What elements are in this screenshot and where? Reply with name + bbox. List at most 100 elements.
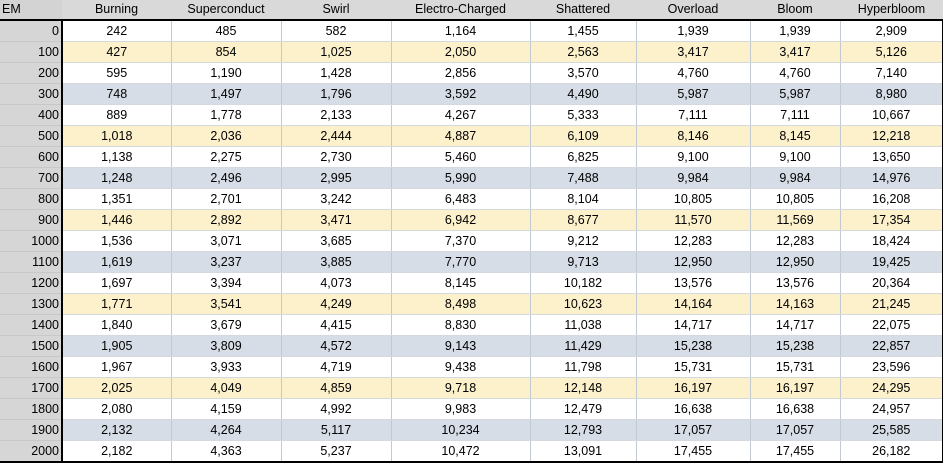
cell-bloom[interactable]: 12,950 [750,251,841,273]
row-header-em[interactable]: 1400 [0,314,63,336]
cell-electro-charged[interactable]: 9,438 [391,356,531,378]
row-header-em[interactable]: 1600 [0,356,63,378]
cell-bloom[interactable]: 17,455 [750,440,841,463]
cell-overload[interactable]: 11,570 [636,209,751,231]
column-header-shattered[interactable]: Shattered [530,0,636,21]
cell-shattered[interactable]: 6,109 [530,125,637,147]
cell-superconduct[interactable]: 4,049 [171,377,282,399]
cell-swirl[interactable]: 1,796 [281,83,392,105]
column-header-bloom[interactable]: Bloom [750,0,840,21]
column-header-superconduct[interactable]: Superconduct [171,0,281,21]
cell-swirl[interactable]: 4,415 [281,314,392,336]
column-header-overload[interactable]: Overload [636,0,750,21]
cell-burning[interactable]: 2,025 [62,377,172,399]
cell-burning[interactable]: 889 [62,104,172,126]
cell-swirl[interactable]: 5,117 [281,419,392,441]
cell-electro-charged[interactable]: 6,942 [391,209,531,231]
row-header-em[interactable]: 300 [0,83,63,105]
cell-shattered[interactable]: 3,570 [530,62,637,84]
cell-bloom[interactable]: 4,760 [750,62,841,84]
cell-burning[interactable]: 1,138 [62,146,172,168]
cell-burning[interactable]: 2,182 [62,440,172,463]
cell-electro-charged[interactable]: 1,164 [391,20,531,42]
cell-superconduct[interactable]: 3,237 [171,251,282,273]
cell-bloom[interactable]: 16,638 [750,398,841,420]
cell-superconduct[interactable]: 854 [171,41,282,63]
cell-hyperbloom[interactable]: 21,245 [840,293,943,315]
cell-bloom[interactable]: 8,145 [750,125,841,147]
cell-swirl[interactable]: 2,995 [281,167,392,189]
cell-hyperbloom[interactable]: 10,667 [840,104,943,126]
cell-hyperbloom[interactable]: 5,126 [840,41,943,63]
cell-superconduct[interactable]: 2,496 [171,167,282,189]
cell-electro-charged[interactable]: 8,498 [391,293,531,315]
cell-hyperbloom[interactable]: 8,980 [840,83,943,105]
cell-overload[interactable]: 15,238 [636,335,751,357]
cell-electro-charged[interactable]: 5,990 [391,167,531,189]
cell-superconduct[interactable]: 3,809 [171,335,282,357]
cell-overload[interactable]: 12,950 [636,251,751,273]
cell-shattered[interactable]: 1,455 [530,20,637,42]
row-header-em[interactable]: 600 [0,146,63,168]
cell-burning[interactable]: 1,248 [62,167,172,189]
cell-overload[interactable]: 9,100 [636,146,751,168]
cell-hyperbloom[interactable]: 24,295 [840,377,943,399]
row-header-em[interactable]: 500 [0,125,63,147]
cell-shattered[interactable]: 11,038 [530,314,637,336]
cell-superconduct[interactable]: 4,264 [171,419,282,441]
cell-bloom[interactable]: 15,731 [750,356,841,378]
cell-hyperbloom[interactable]: 17,354 [840,209,943,231]
row-header-em[interactable]: 1000 [0,230,63,252]
row-header-em[interactable]: 1200 [0,272,63,294]
cell-hyperbloom[interactable]: 20,364 [840,272,943,294]
cell-bloom[interactable]: 17,057 [750,419,841,441]
cell-superconduct[interactable]: 2,892 [171,209,282,231]
cell-burning[interactable]: 1,446 [62,209,172,231]
cell-burning[interactable]: 1,536 [62,230,172,252]
cell-electro-charged[interactable]: 9,983 [391,398,531,420]
row-header-em[interactable]: 1100 [0,251,63,273]
cell-overload[interactable]: 9,984 [636,167,751,189]
cell-superconduct[interactable]: 3,933 [171,356,282,378]
cell-hyperbloom[interactable]: 16,208 [840,188,943,210]
cell-overload[interactable]: 17,455 [636,440,751,463]
cell-shattered[interactable]: 6,825 [530,146,637,168]
cell-hyperbloom[interactable]: 22,857 [840,335,943,357]
row-header-em[interactable]: 1500 [0,335,63,357]
cell-superconduct[interactable]: 3,071 [171,230,282,252]
cell-swirl[interactable]: 4,719 [281,356,392,378]
cell-bloom[interactable]: 9,100 [750,146,841,168]
cell-hyperbloom[interactable]: 26,182 [840,440,943,463]
cell-swirl[interactable]: 3,885 [281,251,392,273]
cell-swirl[interactable]: 3,471 [281,209,392,231]
cell-bloom[interactable]: 16,197 [750,377,841,399]
cell-shattered[interactable]: 8,104 [530,188,637,210]
cell-burning[interactable]: 242 [62,20,172,42]
cell-burning[interactable]: 1,840 [62,314,172,336]
cell-swirl[interactable]: 5,237 [281,440,392,463]
column-header-electro-charged[interactable]: Electro-Charged [391,0,530,21]
cell-swirl[interactable]: 2,444 [281,125,392,147]
cell-electro-charged[interactable]: 2,856 [391,62,531,84]
cell-overload[interactable]: 14,717 [636,314,751,336]
cell-electro-charged[interactable]: 8,145 [391,272,531,294]
cell-swirl[interactable]: 4,073 [281,272,392,294]
cell-electro-charged[interactable]: 9,718 [391,377,531,399]
cell-electro-charged[interactable]: 6,483 [391,188,531,210]
cell-superconduct[interactable]: 4,363 [171,440,282,463]
cell-burning[interactable]: 2,080 [62,398,172,420]
cell-shattered[interactable]: 9,713 [530,251,637,273]
row-header-em[interactable]: 900 [0,209,63,231]
cell-swirl[interactable]: 4,249 [281,293,392,315]
cell-superconduct[interactable]: 1,778 [171,104,282,126]
cell-bloom[interactable]: 15,238 [750,335,841,357]
row-header-em[interactable]: 200 [0,62,63,84]
row-header-em[interactable]: 800 [0,188,63,210]
cell-bloom[interactable]: 10,805 [750,188,841,210]
cell-swirl[interactable]: 4,572 [281,335,392,357]
cell-overload[interactable]: 8,146 [636,125,751,147]
row-header-em[interactable]: 1300 [0,293,63,315]
cell-burning[interactable]: 748 [62,83,172,105]
cell-superconduct[interactable]: 485 [171,20,282,42]
row-header-em[interactable]: 400 [0,104,63,126]
